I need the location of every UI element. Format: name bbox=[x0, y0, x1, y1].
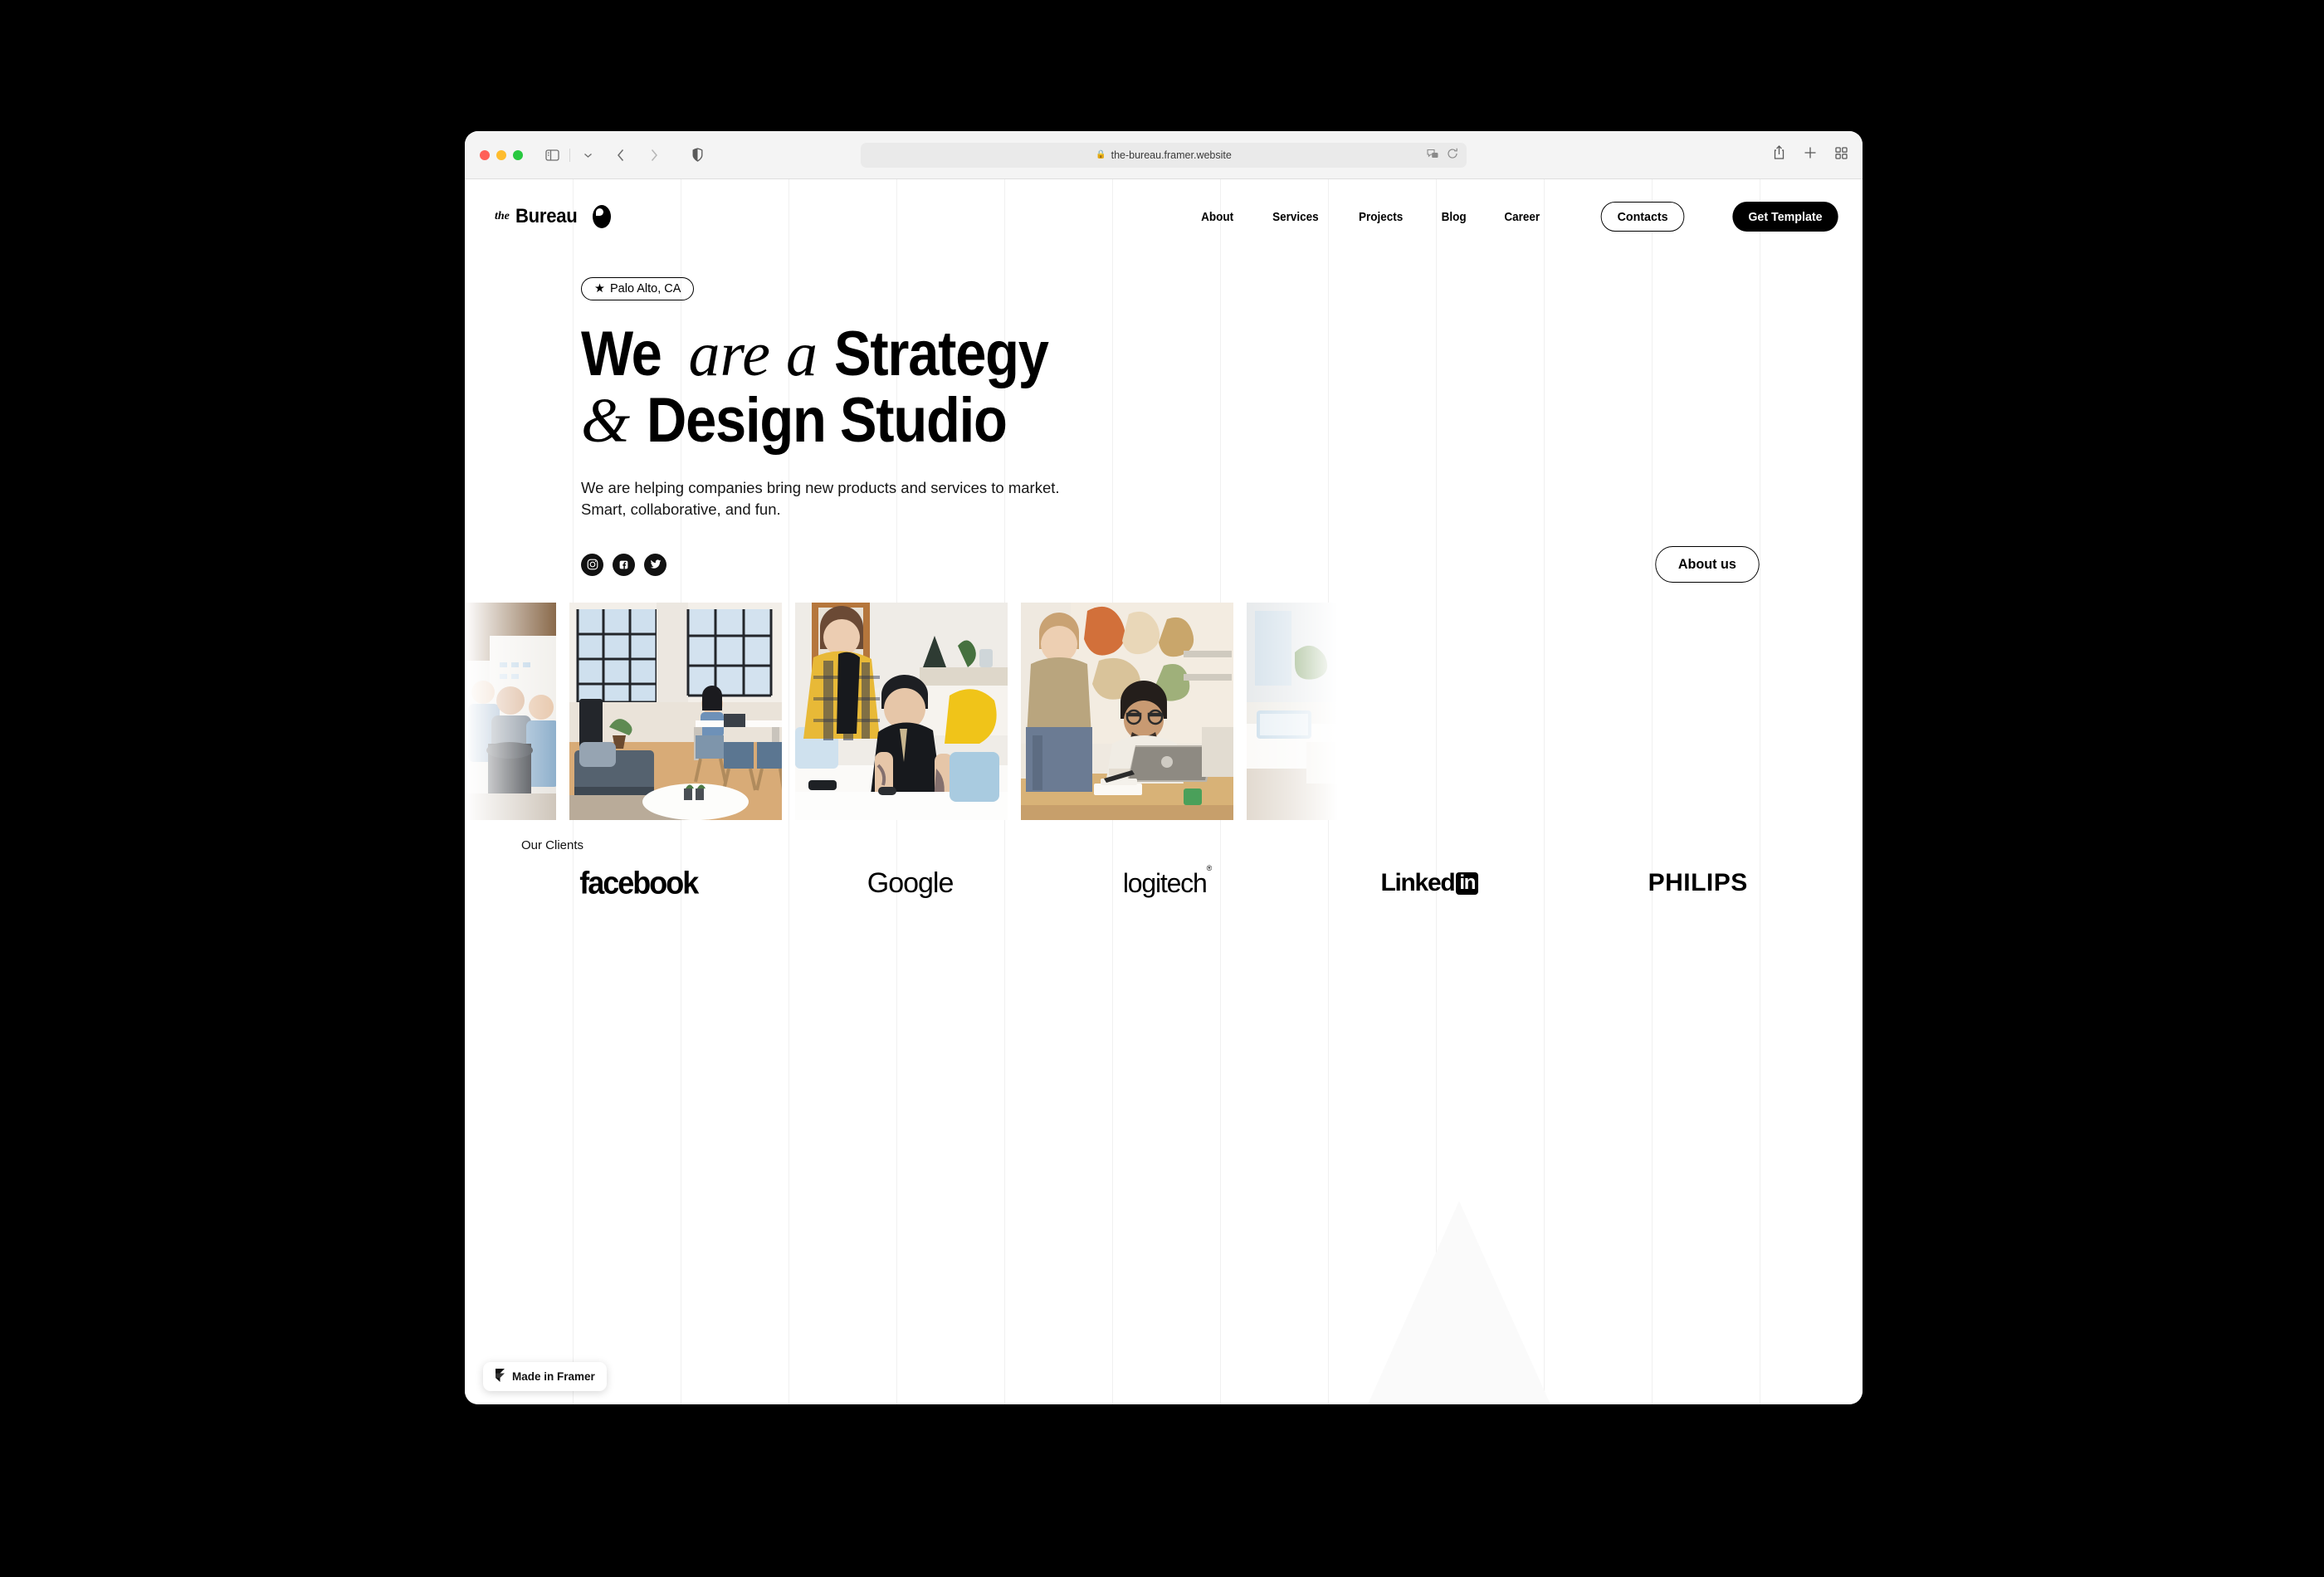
client-logo-logitech: logitech® bbox=[1122, 864, 1212, 899]
location-badge[interactable]: ★ Palo Alto, CA bbox=[581, 277, 695, 300]
gallery-image-2[interactable] bbox=[569, 603, 782, 821]
shield-icon[interactable] bbox=[686, 144, 708, 166]
nav-item-projects[interactable]: Projects bbox=[1359, 210, 1403, 224]
facebook-icon[interactable] bbox=[613, 553, 635, 576]
photo-gallery bbox=[465, 603, 1863, 821]
nav-item-services[interactable]: Services bbox=[1272, 210, 1319, 224]
gallery-image-3[interactable] bbox=[795, 603, 1008, 821]
logo-name: Bureau bbox=[515, 205, 578, 227]
gallery-image-5[interactable] bbox=[1247, 603, 1338, 821]
url-text: the-bureau.framer.website bbox=[1111, 149, 1232, 161]
clients-section: Our Clients facebook Google logitech® Li… bbox=[465, 820, 1863, 901]
client-logo-linkedin: Linked in bbox=[1380, 869, 1479, 897]
minimize-button[interactable] bbox=[496, 149, 506, 160]
nav-item-about[interactable]: About bbox=[1201, 210, 1233, 224]
reload-icon[interactable] bbox=[1447, 148, 1458, 162]
gallery-image-4[interactable] bbox=[1021, 603, 1233, 821]
share-icon[interactable] bbox=[1773, 145, 1785, 164]
window-controls[interactable] bbox=[480, 149, 523, 160]
twitter-icon[interactable] bbox=[644, 553, 666, 576]
social-links bbox=[581, 553, 666, 576]
translate-icon[interactable] bbox=[1427, 149, 1439, 162]
made-in-framer-text: Made in Framer bbox=[512, 1370, 595, 1383]
client-logo-linkedin-text: Linked bbox=[1380, 869, 1455, 897]
about-us-button[interactable]: About us bbox=[1655, 546, 1760, 583]
chevron-down-icon[interactable] bbox=[577, 144, 598, 166]
made-in-framer-badge[interactable]: Made in Framer bbox=[483, 1362, 607, 1391]
lock-icon: 🔒 bbox=[1096, 150, 1106, 159]
headline-word-we: We bbox=[581, 319, 662, 389]
client-logo-facebook: facebook bbox=[579, 865, 699, 901]
close-button[interactable] bbox=[480, 149, 490, 160]
site-navigation: the Bureau About Services Projects Blog … bbox=[465, 179, 1863, 254]
logo-mark-icon bbox=[592, 205, 611, 228]
triangle-watermark bbox=[1368, 1201, 1550, 1404]
nav-item-blog[interactable]: Blog bbox=[1442, 210, 1467, 224]
hero-subtitle-line2: Smart, collaborative, and fun. bbox=[581, 500, 781, 519]
hero-subtitle: We are helping companies bring new produ… bbox=[581, 477, 1079, 522]
hero-actions-row: About us bbox=[581, 546, 1833, 583]
tab-overview-icon[interactable] bbox=[1835, 146, 1848, 164]
maximize-button[interactable] bbox=[513, 149, 523, 160]
gallery-image-1[interactable] bbox=[465, 603, 556, 821]
registered-mark-icon: ® bbox=[1206, 864, 1213, 872]
nav-item-career[interactable]: Career bbox=[1505, 210, 1540, 224]
contacts-button[interactable]: Contacts bbox=[1600, 202, 1685, 232]
hero-section: ★ Palo Alto, CA We are a Strategy & Desi… bbox=[465, 254, 1863, 583]
client-logo-logitech-text: logitech bbox=[1122, 867, 1208, 898]
instagram-icon[interactable] bbox=[581, 553, 603, 576]
browser-window: 🔒 the-bureau.framer.website the Bureau A… bbox=[465, 131, 1863, 1404]
client-logo-google: Google bbox=[867, 867, 954, 899]
client-logo-philips: PHILIPS bbox=[1648, 869, 1748, 897]
clients-logos-row: facebook Google logitech® Linked in PHIL… bbox=[465, 864, 1863, 901]
browser-toolbar: 🔒 the-bureau.framer.website bbox=[465, 131, 1863, 179]
toolbar-divider bbox=[569, 148, 570, 162]
client-logo-linkedin-box: in bbox=[1456, 872, 1479, 895]
back-icon[interactable] bbox=[610, 144, 632, 166]
hero-subtitle-line1: We are helping companies bring new produ… bbox=[581, 478, 1060, 496]
location-text: Palo Alto, CA bbox=[610, 282, 681, 295]
address-bar[interactable]: 🔒 the-bureau.framer.website bbox=[861, 142, 1467, 168]
clients-label: Our Clients bbox=[521, 838, 584, 853]
logo-prefix: the bbox=[495, 210, 510, 222]
new-tab-icon[interactable] bbox=[1804, 146, 1817, 164]
get-template-button[interactable]: Get Template bbox=[1732, 202, 1838, 232]
sidebar-icon[interactable] bbox=[541, 144, 563, 166]
page-content: the Bureau About Services Projects Blog … bbox=[465, 179, 1863, 1404]
site-logo[interactable]: the Bureau bbox=[495, 205, 611, 228]
forward-icon[interactable] bbox=[643, 144, 665, 166]
page-title: We are a Strategy & Design Studio bbox=[581, 319, 1833, 456]
headline-word-strategy: Strategy bbox=[833, 319, 1049, 389]
nav-links: About Services Projects Blog Career Cont… bbox=[1199, 202, 1841, 232]
star-icon: ★ bbox=[594, 282, 605, 295]
headline-word-design-studio: Design Studio bbox=[646, 385, 1008, 456]
headline-italic-are-a: are a bbox=[688, 320, 818, 389]
headline-ampersand: & bbox=[581, 386, 631, 456]
framer-logo-icon bbox=[495, 1369, 505, 1384]
